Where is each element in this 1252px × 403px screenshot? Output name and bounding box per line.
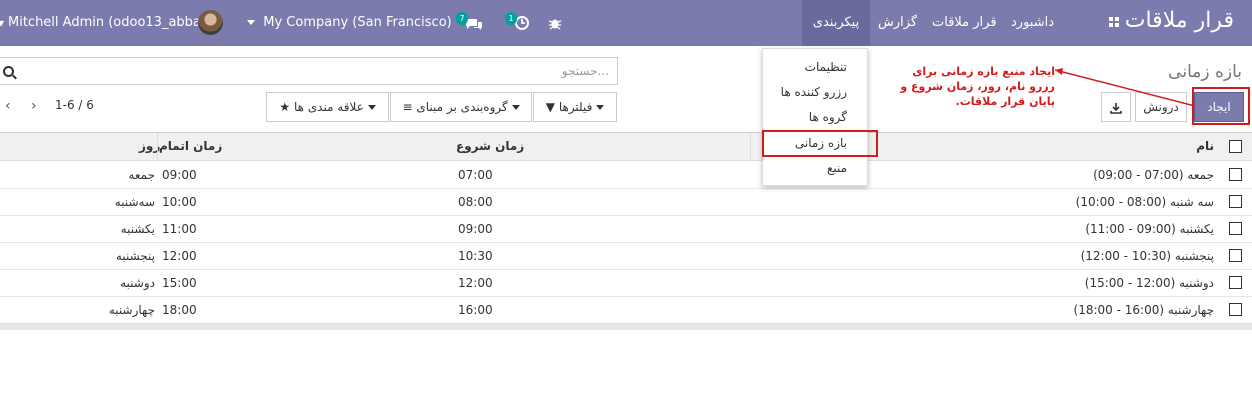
activities-count-badge: 1: [505, 12, 517, 25]
chevron-down-icon: [511, 105, 520, 110]
company-switcher[interactable]: My Company (San Francisco): [247, 0, 452, 46]
cell-day: یکشنبه: [120, 222, 155, 236]
messages-count-badge: 7: [456, 12, 468, 25]
chevron-down-icon: [247, 20, 255, 25]
chevron-down-icon: [596, 105, 605, 110]
column-separator: [157, 133, 158, 161]
cell-name: دوشنبه (12:00 - 15:00): [1084, 276, 1214, 290]
user-menu-chevron[interactable]: ▾: [0, 0, 4, 46]
dropdown-item-resource[interactable]: منبع: [827, 161, 847, 175]
messages-icon[interactable]: [464, 0, 484, 46]
row-checkbox[interactable]: [1229, 303, 1242, 316]
cell-end: 18:00: [162, 303, 197, 317]
filters-button[interactable]: ▼ فیلترها: [533, 92, 617, 122]
cell-name: سه شنبه (08:00 - 10:00): [1075, 195, 1214, 209]
table-footer: [0, 323, 1252, 330]
list-icon: ≡: [402, 100, 413, 114]
cell-name: یکشنبه (09:00 - 11:00): [1085, 222, 1214, 236]
create-button-highlight: [1192, 87, 1250, 125]
cell-end: 12:00: [162, 249, 197, 263]
menu-appointment[interactable]: قرار ملاقات: [932, 0, 997, 46]
table-row[interactable]: یکشنبه (09:00 - 11:00) 09:00 11:00 یکشنبه: [0, 216, 1252, 243]
row-checkbox[interactable]: [1229, 276, 1242, 289]
column-header-end[interactable]: زمان اتمام: [159, 139, 222, 153]
annotation-text: ایجاد منبع بازه زمانی برای رزرو نام، روز…: [900, 65, 1055, 108]
pager-next-icon[interactable]: ›: [31, 98, 37, 114]
top-navbar: ▾ Mitchell Admin (odoo13_abbasi) My Comp…: [0, 0, 1252, 46]
cell-name: جمعه (07:00 - 09:00): [1093, 168, 1214, 182]
menu-dashboard[interactable]: داشبورد: [1011, 0, 1054, 46]
row-checkbox[interactable]: [1229, 168, 1242, 181]
cell-end: 09:00: [162, 168, 197, 182]
cell-start: 08:00: [458, 195, 493, 209]
app-title: قرار ملاقات: [1124, 8, 1234, 33]
cell-start: 16:00: [458, 303, 493, 317]
cell-name: چهارشنبه (16:00 - 18:00): [1073, 303, 1214, 317]
cell-day: جمعه: [128, 168, 155, 182]
dropdown-item-highlight: [762, 130, 878, 157]
table-row[interactable]: جمعه (07:00 - 09:00) 07:00 09:00 جمعه: [0, 162, 1252, 189]
row-checkbox[interactable]: [1229, 249, 1242, 262]
user-menu[interactable]: Mitchell Admin (odoo13_abbasi): [8, 0, 216, 46]
select-all-checkbox[interactable]: [1229, 140, 1242, 153]
filter-icon: ▼: [545, 100, 555, 114]
pager-value[interactable]: 1-6 / 6: [55, 98, 94, 112]
cell-day: دوشنبه: [120, 276, 155, 290]
row-checkbox[interactable]: [1229, 195, 1242, 208]
dropdown-item-bookers[interactable]: رزرو کننده ها: [781, 85, 847, 99]
search-placeholder: جستجو...: [561, 64, 609, 78]
dropdown-item-settings[interactable]: تنظیمات: [805, 60, 847, 74]
avatar[interactable]: [198, 10, 223, 35]
pager-prev-icon[interactable]: ‹: [5, 98, 11, 114]
bug-icon[interactable]: [548, 0, 562, 46]
cell-day: سه‌شنبه: [114, 195, 155, 209]
column-header-name[interactable]: نام: [1196, 139, 1214, 153]
search-icon[interactable]: [3, 66, 14, 77]
table-row[interactable]: دوشنبه (12:00 - 15:00) 12:00 15:00 دوشنبه: [0, 270, 1252, 297]
table-row[interactable]: چهارشنبه (16:00 - 18:00) 16:00 18:00 چهارشن…: [0, 297, 1252, 324]
chevron-down-icon: [367, 105, 376, 110]
star-icon: ★: [279, 100, 291, 114]
apps-menu-icon[interactable]: [1109, 17, 1119, 27]
cell-day: چهارشنبه: [108, 303, 155, 317]
cell-start: 09:00: [458, 222, 493, 236]
cell-name: پنجشنبه (10:30 - 12:00): [1080, 249, 1214, 263]
favorites-button[interactable]: ★ علاقه مندی ها: [266, 92, 389, 122]
company-name: My Company (San Francisco): [263, 15, 452, 30]
row-checkbox[interactable]: [1229, 222, 1242, 235]
search-input[interactable]: جستجو...: [0, 57, 618, 85]
table-row[interactable]: سه شنبه (08:00 - 10:00) 08:00 10:00 سه‌شنبه: [0, 189, 1252, 216]
annotation-arrow: [1055, 68, 1195, 107]
configuration-dropdown: تنظیمات رزرو کننده ها گروه ها بازه زمانی…: [762, 48, 868, 186]
activities-icon[interactable]: [514, 0, 530, 46]
column-separator: [750, 133, 751, 161]
dropdown-item-groups[interactable]: گروه ها: [809, 110, 847, 124]
table-row[interactable]: پنجشنبه (10:30 - 12:00) 10:30 12:00 پنجشنبه: [0, 243, 1252, 270]
cell-end: 11:00: [162, 222, 197, 236]
cell-day: پنجشنبه: [115, 249, 155, 263]
cell-end: 15:00: [162, 276, 197, 290]
table-header: نام زمان شروع زمان اتمام روز: [0, 133, 1252, 161]
column-header-start[interactable]: زمان شروع: [456, 139, 524, 153]
cell-start: 10:30: [458, 249, 493, 263]
menu-configuration[interactable]: پیکربندی: [802, 0, 870, 46]
group-by-button[interactable]: ≡ گروه‌بندی بر مبنای: [390, 92, 532, 122]
cell-end: 10:00: [162, 195, 197, 209]
cell-start: 07:00: [458, 168, 493, 182]
menu-report[interactable]: گزارش: [878, 0, 917, 46]
cell-start: 12:00: [458, 276, 493, 290]
